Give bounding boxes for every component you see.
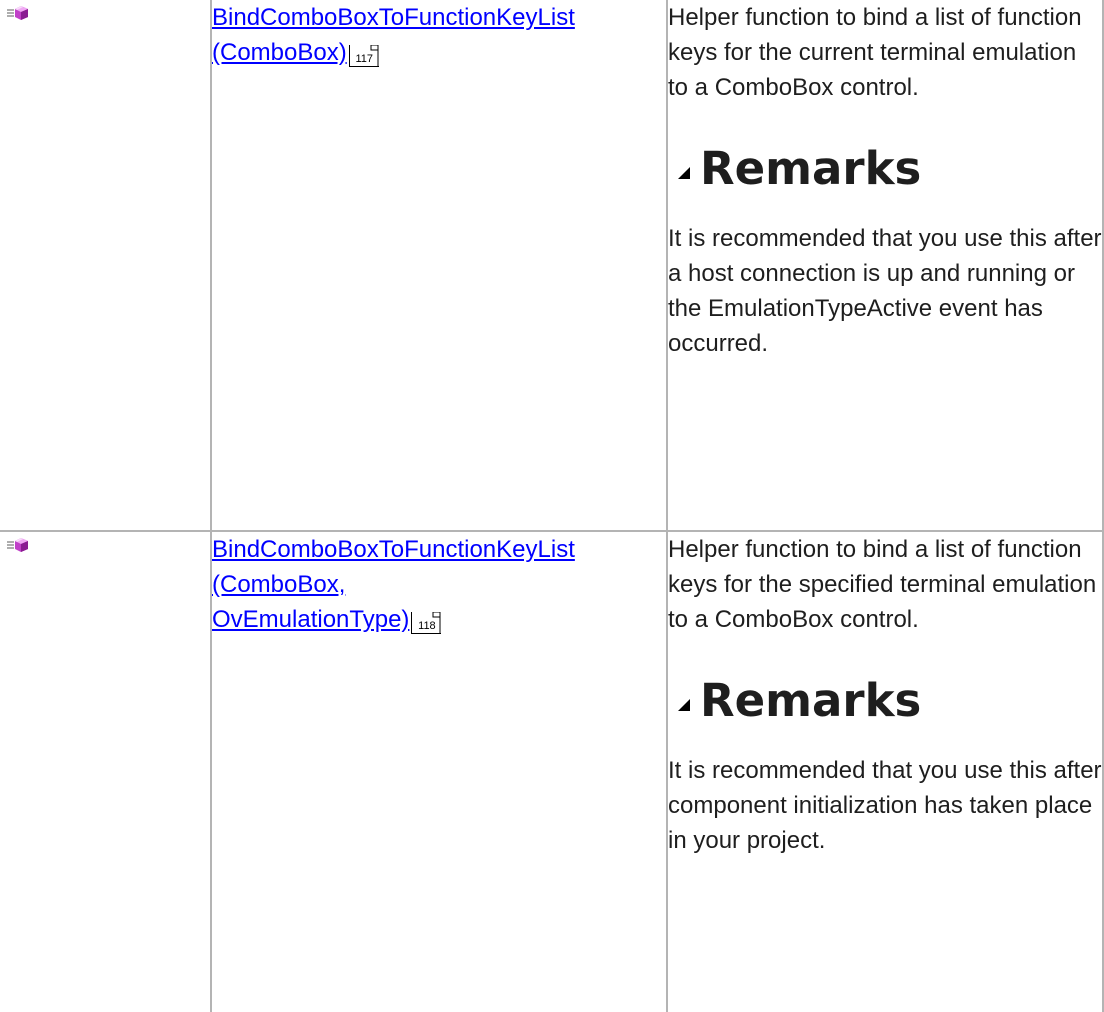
table-row: BindComboBoxToFunctionKeyList (ComboBox, O… <box>0 530 1104 1012</box>
remarks-heading[interactable]: Remarks <box>668 671 1102 731</box>
member-params-line: (ComboBox, <box>212 571 346 598</box>
remarks-text: It is recommended that you use this afte… <box>668 225 1102 357</box>
public-method-icon <box>6 536 30 561</box>
description-cell: Helper function to bind a list of functi… <box>666 0 1104 532</box>
table-row: BindComboBoxToFunctionKeyList (ComboBox) 1… <box>0 0 1104 532</box>
description-cell: Helper function to bind a list of functi… <box>666 530 1104 1012</box>
remarks-title: Remarks <box>700 674 922 727</box>
page-reference[interactable]: 117 <box>348 45 379 67</box>
member-params-line: (ComboBox) <box>212 39 347 66</box>
member-link[interactable]: BindComboBoxToFunctionKeyList (ComboBox, O… <box>212 536 575 633</box>
member-description: Helper function to bind a list of functi… <box>668 4 1082 101</box>
remarks-title: Remarks <box>700 142 922 195</box>
remarks-heading[interactable]: Remarks <box>668 139 1102 199</box>
page-reference[interactable]: 118 <box>411 612 442 634</box>
icon-cell <box>0 0 212 532</box>
member-params-line: OvEmulationType) <box>212 606 410 633</box>
remarks-text: It is recommended that you use this afte… <box>668 757 1102 854</box>
icon-cell <box>0 530 212 1012</box>
member-description: Helper function to bind a list of functi… <box>668 536 1097 633</box>
member-name-line: BindComboBoxToFunctionKeyList <box>212 536 575 563</box>
collapse-triangle-icon[interactable] <box>677 135 691 195</box>
collapse-triangle-icon[interactable] <box>677 667 691 727</box>
members-table: BindComboBoxToFunctionKeyList (ComboBox) 1… <box>0 0 1104 1012</box>
member-link[interactable]: BindComboBoxToFunctionKeyList (ComboBox) <box>212 4 575 66</box>
member-name-cell: BindComboBoxToFunctionKeyList (ComboBox) 1… <box>210 0 668 532</box>
member-name-line: BindComboBoxToFunctionKeyList <box>212 4 575 31</box>
member-name-cell: BindComboBoxToFunctionKeyList (ComboBox, O… <box>210 530 668 1012</box>
public-method-icon <box>6 4 30 29</box>
